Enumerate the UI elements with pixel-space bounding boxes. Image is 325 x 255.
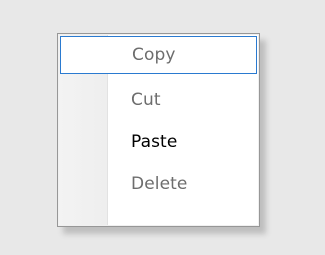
menu-item-delete[interactable]: Delete	[60, 165, 257, 203]
context-menu: Copy Cut Paste Delete	[57, 33, 260, 227]
menu-item-cut[interactable]: Cut	[60, 81, 257, 119]
menu-item-paste-label: Paste	[131, 132, 178, 152]
menu-item-copy-label: Copy	[132, 45, 176, 65]
menu-item-cut-label: Cut	[131, 90, 161, 110]
menu-item-delete-label: Delete	[131, 174, 188, 194]
menu-item-copy[interactable]: Copy	[60, 36, 257, 74]
menu-item-paste[interactable]: Paste	[60, 123, 257, 161]
